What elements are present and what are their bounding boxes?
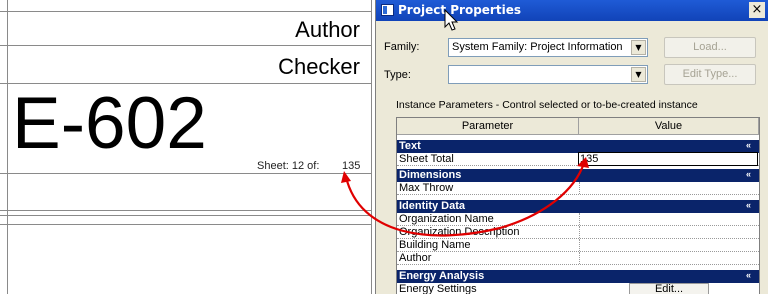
column-header-value[interactable]: Value	[579, 118, 759, 135]
group-name: Identity Data	[399, 200, 466, 212]
parameter-row[interactable]: Building Name	[397, 239, 759, 252]
type-label: Type:	[384, 69, 411, 81]
parameter-name: Organization Description	[399, 226, 520, 238]
parameter-row[interactable]: Energy Settings Edit...	[397, 283, 759, 294]
sheet-of-label: Sheet: 12 of:	[257, 160, 320, 172]
parameter-name: Max Throw	[399, 182, 454, 194]
group-name: Energy Analysis	[399, 270, 485, 282]
collapse-icon[interactable]: «	[746, 139, 751, 152]
type-select[interactable]: ▼	[448, 65, 648, 84]
energy-settings-edit-button[interactable]: Edit...	[629, 283, 709, 294]
family-select[interactable]: System Family: Project Information ▼	[448, 38, 648, 57]
parameter-row[interactable]: Organization Name	[397, 213, 759, 226]
parameter-row[interactable]: Organization Description	[397, 226, 759, 239]
parameter-row[interactable]: Author	[397, 252, 759, 265]
border-line	[0, 215, 372, 216]
group-header-dimensions[interactable]: Dimensions «	[397, 169, 759, 182]
sheet-number: E-602	[12, 83, 207, 164]
parameter-name: Building Name	[399, 239, 471, 251]
parameter-row[interactable]: Max Throw	[397, 182, 759, 195]
checker-label: Checker	[278, 54, 360, 79]
parameter-grid: Parameter Value Text « Sheet Total 135 D…	[396, 117, 760, 294]
collapse-icon[interactable]: «	[746, 168, 751, 181]
parameter-name: Author	[399, 252, 432, 264]
border-line	[0, 210, 372, 211]
border-line	[7, 0, 8, 294]
border-line	[0, 224, 372, 225]
close-button[interactable]: ×	[749, 2, 765, 18]
border-line	[0, 45, 372, 46]
group-header-identity-data[interactable]: Identity Data «	[397, 200, 759, 213]
sheet-total-input-value: 135	[580, 153, 599, 165]
parameter-value[interactable]	[579, 252, 759, 264]
dialog-titlebar[interactable]: Project Properties ×	[376, 0, 768, 21]
group-header-energy-analysis[interactable]: Energy Analysis «	[397, 270, 759, 283]
chevron-down-icon[interactable]: ▼	[631, 67, 646, 82]
parameter-value[interactable]	[579, 226, 759, 238]
author-label: Author	[295, 17, 360, 42]
column-header-parameter[interactable]: Parameter	[397, 118, 579, 135]
project-properties-dialog: Project Properties × Family: System Fami…	[375, 0, 768, 294]
chevron-down-icon[interactable]: ▼	[631, 40, 646, 55]
project-properties-icon	[381, 4, 394, 16]
sheet-title-block: Author Checker E-602 Sheet: 12 of: 135	[0, 0, 372, 294]
parameter-row[interactable]: Sheet Total 135	[397, 152, 759, 166]
family-label: Family:	[384, 41, 420, 53]
parameter-value[interactable]	[579, 182, 759, 194]
parameter-name: Sheet Total	[399, 153, 454, 165]
sheet-total-value: 135	[342, 160, 361, 172]
parameter-name: Organization Name	[399, 213, 494, 225]
border-line	[371, 0, 372, 294]
border-line	[0, 173, 372, 174]
parameter-value[interactable]	[579, 213, 759, 225]
instance-parameters-caption: Instance Parameters - Control selected o…	[396, 99, 698, 111]
collapse-icon[interactable]: «	[746, 199, 751, 212]
sheet-total-input[interactable]: 135	[578, 152, 758, 166]
dialog-title: Project Properties	[398, 3, 521, 17]
collapse-icon[interactable]: «	[746, 269, 751, 282]
parameter-name: Energy Settings	[399, 283, 477, 294]
edit-type-button[interactable]: Edit Type...	[664, 64, 756, 85]
border-line	[0, 11, 372, 12]
load-button[interactable]: Load...	[664, 37, 756, 58]
group-name: Text	[399, 140, 421, 152]
parameter-value[interactable]	[579, 239, 759, 251]
family-select-value: System Family: Project Information	[452, 41, 623, 53]
group-name: Dimensions	[399, 169, 462, 181]
